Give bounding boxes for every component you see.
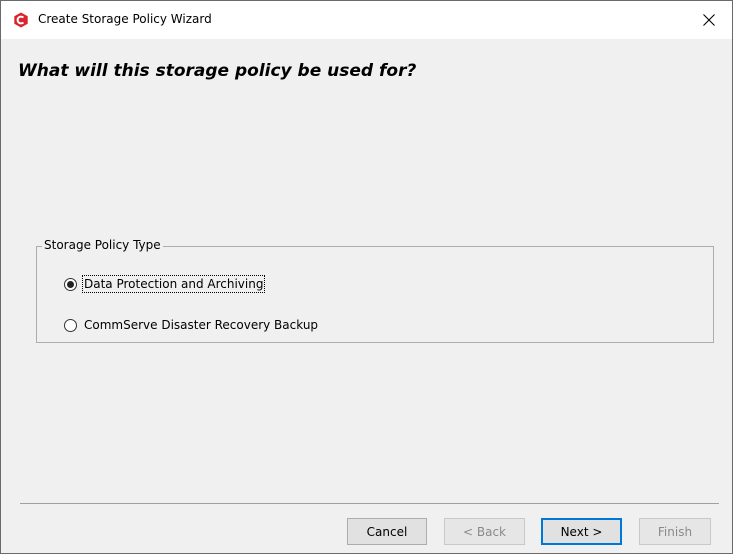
page-heading: What will this storage policy be used fo… [18, 61, 417, 81]
radio-data-protection[interactable]: Data Protection and Archiving [64, 275, 266, 293]
group-legend: Storage Policy Type [42, 238, 163, 252]
back-button[interactable]: < Back [444, 518, 525, 545]
radio-selected-dot [67, 280, 74, 288]
radio-button-checked[interactable] [64, 277, 77, 291]
next-button[interactable]: Next > [541, 518, 622, 545]
wizard-window: Create Storage Policy Wizard What will t… [0, 0, 733, 554]
finish-button[interactable]: Finish [639, 518, 711, 545]
close-button[interactable] [686, 1, 732, 39]
cancel-button[interactable]: Cancel [347, 518, 427, 545]
storage-policy-type-group: Storage Policy Type Data Protection and … [36, 238, 714, 343]
window-title: Create Storage Policy Wizard [38, 12, 212, 26]
title-bar: Create Storage Policy Wizard [1, 1, 732, 39]
button-separator [20, 503, 719, 504]
close-icon [703, 14, 715, 26]
radio-button-unchecked[interactable] [64, 318, 77, 332]
radio-label-commserve-dr-backup[interactable]: CommServe Disaster Recovery Backup [84, 318, 318, 332]
commvault-logo-icon [14, 12, 28, 28]
radio-commserve-dr-backup[interactable]: CommServe Disaster Recovery Backup [64, 318, 318, 332]
radio-label-data-protection[interactable]: Data Protection and Archiving [81, 275, 266, 293]
